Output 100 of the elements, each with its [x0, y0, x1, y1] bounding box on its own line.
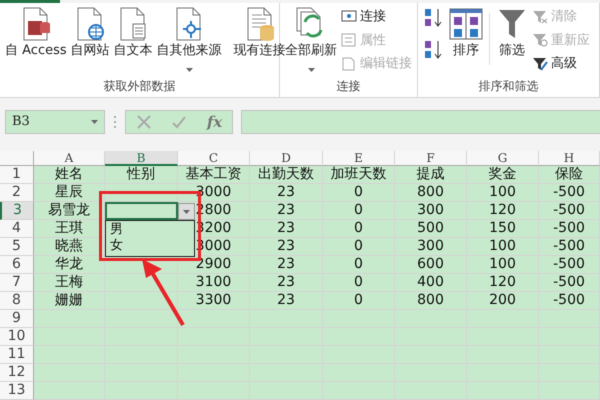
- tab-indicator: [0, 0, 60, 3]
- table-cell: 保险: [539, 166, 600, 184]
- caret-icon: [308, 68, 314, 72]
- table-cell: -500: [539, 292, 600, 310]
- group-label: 获取外部数据: [102, 78, 176, 95]
- column-header[interactable]: E: [323, 151, 395, 166]
- row-header[interactable]: 8: [0, 292, 34, 310]
- table-cell: [34, 346, 105, 364]
- table-cell: 23: [250, 202, 323, 220]
- row-header[interactable]: 7: [0, 274, 34, 292]
- table-cell: -500: [539, 256, 600, 274]
- link-icon: [341, 10, 357, 24]
- row-header[interactable]: 4: [0, 220, 34, 238]
- ribbon-button[interactable]: 高级: [530, 54, 592, 74]
- document-icon: [341, 56, 357, 71]
- table-cell: 0: [323, 274, 395, 292]
- table-cell: 姗姗: [34, 292, 105, 310]
- row-header[interactable]: 11: [0, 346, 34, 364]
- table-cell: [34, 364, 105, 382]
- table-cell: 120: [467, 274, 539, 292]
- arrow: [142, 259, 185, 326]
- name-box[interactable]: B3: [5, 110, 105, 134]
- table-cell: [34, 310, 105, 328]
- sort-grid-icon: [449, 7, 483, 41]
- row-header[interactable]: 6: [0, 256, 34, 274]
- dropdown-button[interactable]: [178, 203, 195, 220]
- table-cell: 0: [323, 256, 395, 274]
- table-cell: 3000: [178, 184, 250, 202]
- table-cell: 400: [395, 274, 467, 292]
- formula-input[interactable]: [241, 110, 600, 134]
- table-cell: -500: [539, 184, 600, 202]
- active-cell[interactable]: [105, 202, 178, 220]
- table-cell: 2900: [178, 256, 250, 274]
- caret-icon: [183, 210, 190, 214]
- column-header[interactable]: C: [178, 151, 250, 166]
- column-header[interactable]: A: [34, 151, 105, 166]
- row-header[interactable]: 9: [0, 310, 34, 328]
- table-cell: 基本工资: [178, 166, 250, 184]
- table-cell: 王梅: [34, 274, 105, 292]
- table-cell: 800: [395, 184, 467, 202]
- table-cell: 0: [323, 184, 395, 202]
- table-cell: 500: [395, 220, 467, 238]
- column-header[interactable]: B: [105, 151, 178, 166]
- caret-icon: [186, 68, 193, 72]
- row-header[interactable]: 10: [0, 328, 34, 346]
- table-cell: 100: [467, 256, 539, 274]
- ribbon-button[interactable]: 自网站: [68, 5, 112, 75]
- table-cell: -500: [539, 202, 600, 220]
- cancel-icon: [136, 114, 152, 130]
- table-cell: 加班天数: [323, 166, 395, 184]
- table-cell: -500: [539, 274, 600, 292]
- table-cell: 200: [467, 292, 539, 310]
- ribbon-button[interactable]: 筛选: [494, 5, 530, 75]
- table-cell: 120: [467, 202, 539, 220]
- caret-icon: [91, 120, 98, 124]
- filter-icon: [496, 7, 528, 41]
- ribbon-button[interactable]: 排序: [447, 5, 485, 75]
- table-cell: 星辰: [34, 184, 105, 202]
- check-icon: [171, 114, 188, 130]
- ribbon-button[interactable]: 连接: [339, 7, 414, 26]
- properties-icon: [341, 33, 357, 48]
- row-header[interactable]: 2: [0, 184, 34, 202]
- table-cell: 3300: [178, 292, 250, 310]
- column-header[interactable]: F: [395, 151, 467, 166]
- table-cell: 150: [467, 220, 539, 238]
- table-cell: 100: [467, 238, 539, 256]
- column-header[interactable]: H: [539, 151, 600, 166]
- column-header[interactable]: G: [467, 151, 539, 166]
- table-cell: [178, 310, 250, 328]
- table-cell: 提成: [395, 166, 467, 184]
- table-cell: 出勤天数: [250, 166, 323, 184]
- table-cell: 0: [323, 292, 395, 310]
- ribbon-button[interactable]: 自文本: [112, 5, 155, 75]
- ribbon-button[interactable]: 自其他来源: [154, 5, 224, 75]
- filter-clear-icon: [532, 10, 548, 24]
- row-header[interactable]: 13: [0, 382, 34, 400]
- table-cell: 0: [323, 220, 395, 238]
- row-header[interactable]: 12: [0, 364, 34, 382]
- table-cell: 华龙: [34, 256, 105, 274]
- row-header[interactable]: 1: [0, 166, 34, 184]
- row-header[interactable]: 3: [0, 202, 34, 220]
- filter-reapply-icon: [532, 33, 548, 48]
- table-cell: 300: [395, 238, 467, 256]
- table-cell: 性别: [105, 166, 178, 184]
- table-cell: 100: [467, 184, 539, 202]
- row-header[interactable]: 5: [0, 238, 34, 256]
- table-cell: 王琪: [34, 220, 105, 238]
- table-cell: 23: [250, 184, 323, 202]
- filter-pencil-icon: [532, 56, 548, 71]
- table-cell: 300: [395, 202, 467, 220]
- ribbon-button[interactable]: 自 Access: [3, 5, 69, 75]
- table-cell: 600: [395, 256, 467, 274]
- table-cell: 23: [250, 274, 323, 292]
- group-label: 排序和筛选: [478, 78, 540, 95]
- table-cell: 23: [250, 292, 323, 310]
- column-header[interactable]: D: [250, 151, 323, 166]
- table-cell: -500: [539, 220, 600, 238]
- table-cell: 23: [250, 220, 323, 238]
- table-cell: 易雪龙: [34, 202, 105, 220]
- table-cell: 23: [250, 256, 323, 274]
